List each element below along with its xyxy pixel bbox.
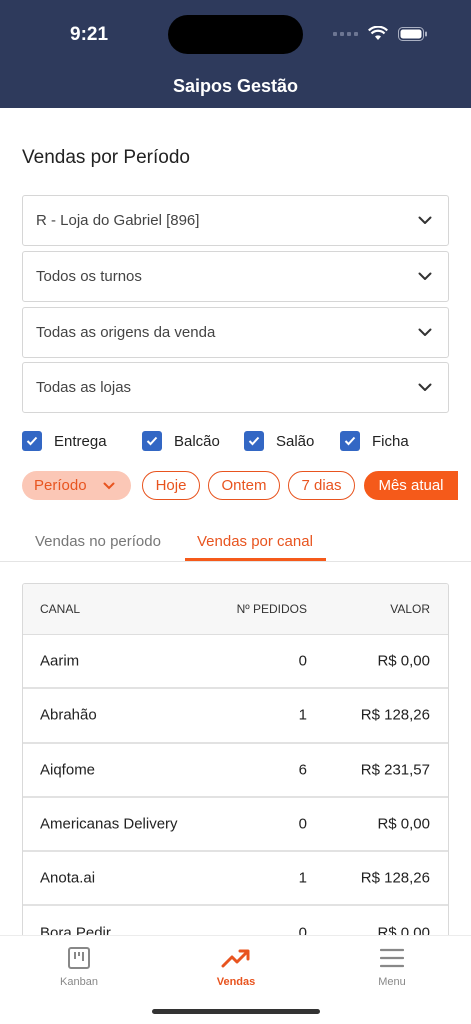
dynamic-island <box>168 15 303 54</box>
cell-valor: R$ 128,26 <box>360 869 430 887</box>
shift-select[interactable]: Todos os turnos <box>22 251 449 302</box>
cell-pedidos: 6 <box>298 761 307 779</box>
cell-valor: R$ 231,57 <box>360 761 430 779</box>
period-chip-label: Período <box>34 477 87 494</box>
checkbox-label: Ficha <box>372 432 409 450</box>
store-select[interactable]: R - Loja do Gabriel [896] <box>22 195 449 246</box>
cell-canal: Anota.ai <box>40 869 96 887</box>
app-title: Saipos Gestão <box>172 76 299 96</box>
cell-canal: Aiqfome <box>40 761 96 779</box>
cell-valor: R$ 0,00 <box>377 652 430 670</box>
sales-by-channel-table: CANAL Nº PEDIDOS VALOR Aarim 0 R$ 0,00 A… <box>22 583 449 943</box>
column-header-canal: CANAL <box>40 602 81 616</box>
tab-vendas-no-periodo[interactable]: Vendas no período <box>35 533 161 550</box>
sales-tabs: Vendas no período Vendas por canal <box>0 525 471 562</box>
nav-vendas-label: Vendas <box>216 976 256 988</box>
store-select-value: R - Loja do Gabriel [896] <box>36 212 200 229</box>
home-indicator <box>152 1009 320 1014</box>
nav-vendas[interactable]: Vendas <box>191 946 281 988</box>
origin-select-value: Todas as origens da venda <box>36 324 216 341</box>
tab-vendas-por-canal[interactable]: Vendas por canal <box>197 533 313 550</box>
column-header-pedidos: Nº PEDIDOS <box>236 602 307 616</box>
checkbox-ficha[interactable]: Ficha <box>340 431 409 451</box>
nav-menu[interactable]: Menu <box>347 946 437 988</box>
cell-pedidos: 0 <box>298 652 307 670</box>
checkbox-entrega[interactable]: Entrega <box>22 431 142 451</box>
table-row[interactable]: Anota.ai 1 R$ 128,26 <box>23 852 448 907</box>
stores-select-value: Todas as lojas <box>36 379 132 396</box>
stores-select[interactable]: Todas as lojas <box>22 362 449 413</box>
chevron-down-icon <box>103 482 115 489</box>
chevron-down-icon <box>418 326 432 340</box>
period-chips: Período Hoje Ontem 7 dias Mês atual <box>22 471 471 501</box>
cell-valor: R$ 128,26 <box>360 706 430 724</box>
menu-icon <box>347 946 437 970</box>
active-tab-indicator <box>185 558 326 561</box>
cell-valor: R$ 0,00 <box>377 815 430 833</box>
checkbox-checked-icon <box>244 431 264 451</box>
checkbox-label: Salão <box>276 432 315 450</box>
checkbox-checked-icon <box>340 431 360 451</box>
chip-mes-atual[interactable]: Mês atual <box>364 471 458 500</box>
chevron-down-icon <box>418 214 432 228</box>
column-header-valor: VALOR <box>390 602 430 616</box>
chevron-down-icon <box>418 381 432 395</box>
origin-select[interactable]: Todas as origens da venda <box>22 307 449 358</box>
page-title: Vendas por Período <box>22 147 190 168</box>
chevron-down-icon <box>418 270 432 284</box>
table-header: CANAL Nº PEDIDOS VALOR <box>23 584 448 635</box>
nav-kanban[interactable]: Kanban <box>34 946 124 988</box>
cell-canal: Aarim <box>40 652 80 670</box>
table-row[interactable]: Aiqfome 6 R$ 231,57 <box>23 744 448 798</box>
chip-hoje[interactable]: Hoje <box>142 471 200 500</box>
trending-up-icon <box>191 946 281 970</box>
checkbox-balcao[interactable]: Balcão <box>142 431 244 451</box>
channel-checkboxes: Entrega Balcão Salão Ficha <box>22 431 409 451</box>
status-icons <box>333 26 428 41</box>
kanban-icon <box>34 946 124 970</box>
nav-kanban-label: Kanban <box>60 976 98 988</box>
cell-pedidos: 1 <box>298 706 307 724</box>
cell-pedidos: 1 <box>298 869 307 887</box>
app-header: 9:21 Saipos Gestão <box>0 0 471 108</box>
cell-canal: Americanas Delivery <box>40 815 178 833</box>
table-row[interactable]: Aarim 0 R$ 0,00 <box>23 635 448 690</box>
cell-pedidos: 0 <box>298 815 307 833</box>
shift-select-value: Todos os turnos <box>36 268 142 285</box>
battery-icon <box>398 26 427 41</box>
chip-ontem[interactable]: Ontem <box>208 471 280 500</box>
checkbox-label: Entrega <box>54 432 107 450</box>
checkbox-label: Balcão <box>174 432 220 450</box>
checkbox-salao[interactable]: Salão <box>244 431 340 451</box>
checkbox-checked-icon <box>142 431 162 451</box>
table-row[interactable]: Abrahão 1 R$ 128,26 <box>23 689 448 744</box>
checkbox-checked-icon <box>22 431 42 451</box>
nav-menu-label: Menu <box>378 976 406 988</box>
status-time: 9:21 <box>70 24 109 45</box>
chip-7-dias[interactable]: 7 dias <box>288 471 355 500</box>
wifi-icon <box>368 26 388 40</box>
period-dropdown-chip[interactable]: Período <box>22 471 131 500</box>
cell-canal: Abrahão <box>40 706 97 724</box>
cellular-signal-icon <box>333 31 358 36</box>
table-row[interactable]: Americanas Delivery 0 R$ 0,00 <box>23 798 448 853</box>
